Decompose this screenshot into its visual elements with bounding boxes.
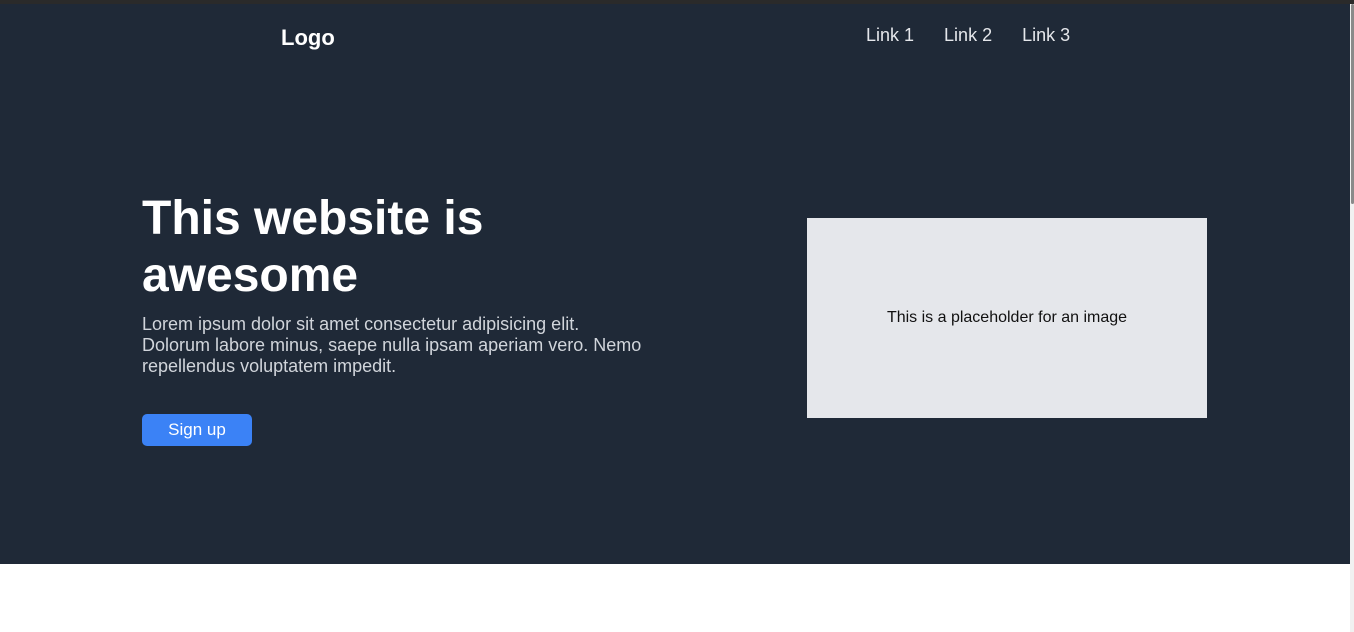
nav-link-3[interactable]: Link 3 bbox=[1022, 24, 1070, 46]
hero-section: Logo Link 1 Link 2 Link 3 This website i… bbox=[0, 4, 1350, 564]
main-nav: Link 1 Link 2 Link 3 bbox=[866, 24, 1070, 46]
image-placeholder: This is a placeholder for an image bbox=[807, 218, 1207, 418]
sign-up-button[interactable]: Sign up bbox=[142, 414, 252, 446]
hero-title: This website is awesome bbox=[142, 192, 484, 302]
logo[interactable]: Logo bbox=[281, 24, 335, 52]
image-placeholder-text: This is a placeholder for an image bbox=[886, 309, 1128, 326]
nav-link-1[interactable]: Link 1 bbox=[866, 24, 914, 46]
hero-description: Lorem ipsum dolor sit amet consectetur a… bbox=[142, 314, 642, 376]
nav-link-2[interactable]: Link 2 bbox=[944, 24, 992, 46]
